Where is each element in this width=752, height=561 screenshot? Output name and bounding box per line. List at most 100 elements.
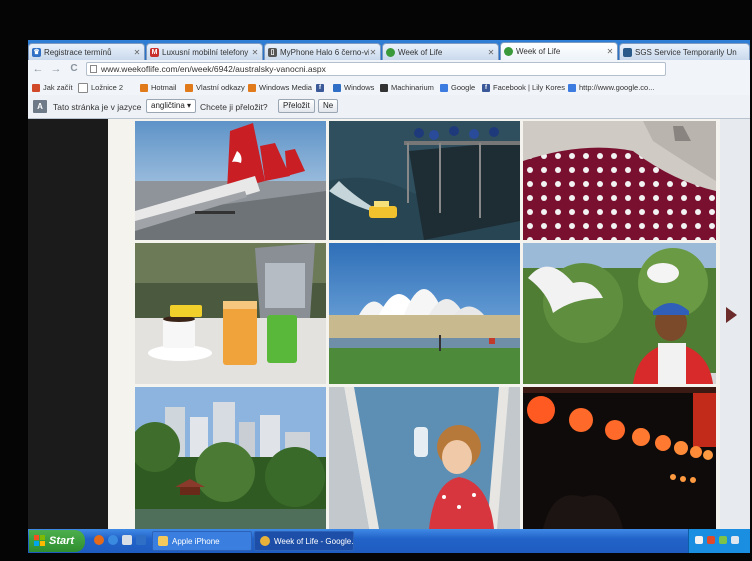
no-button[interactable]: Ne xyxy=(318,99,339,113)
forward-icon[interactable]: → xyxy=(50,63,62,75)
tab-title: SGS Service Temporarily Un xyxy=(635,47,737,57)
bookmark-label: Windows Media xyxy=(259,83,312,92)
volume-icon[interactable] xyxy=(731,536,739,544)
bookmark-icon xyxy=(32,83,40,92)
tab-title: MyPhone Halo 6 černo-vino xyxy=(280,47,369,57)
bookmark-google[interactable]: Google xyxy=(440,82,475,93)
page-icon xyxy=(78,82,88,93)
next-arrow-icon[interactable] xyxy=(726,307,737,323)
photo-child-at-window[interactable] xyxy=(329,387,520,529)
internet-explorer-icon[interactable] xyxy=(108,535,118,545)
tab-title: Luxusní mobilní telefony | Fi xyxy=(162,47,251,57)
translate-button[interactable]: Přeložit xyxy=(278,99,315,113)
photo-gallery xyxy=(135,121,716,529)
bookmark-windows[interactable]: Windows xyxy=(333,82,374,93)
firefox-icon[interactable] xyxy=(94,535,104,545)
bookmarks-bar: Jak začít Ložnice 2 Hotmail Vlastní odka… xyxy=(28,79,750,96)
close-icon[interactable]: ✕ xyxy=(251,48,259,57)
tab-myphone[interactable]: ▯ MyPhone Halo 6 černo-vino ✕ xyxy=(264,43,381,60)
close-icon[interactable]: ✕ xyxy=(369,48,377,57)
bookmark-label: http://www.google.co... xyxy=(579,83,655,92)
media-player-icon[interactable] xyxy=(136,535,146,545)
close-icon[interactable]: ✕ xyxy=(487,48,495,57)
tab-registrace[interactable]: ♛ Registrace termínů ✕ xyxy=(28,43,145,60)
start-button[interactable]: Start xyxy=(29,530,85,552)
task-label: Apple iPhone xyxy=(172,536,220,546)
chevron-down-icon: ▾ xyxy=(187,101,192,110)
address-bar[interactable] xyxy=(86,62,666,76)
photo-qantas-planes[interactable] xyxy=(135,121,326,240)
tab-strip: ♛ Registrace termínů ✕ M Luxusní mobilní… xyxy=(28,40,750,60)
bookmark-label: Machinarium xyxy=(391,83,434,92)
bookmark-label: Hotmail xyxy=(151,83,177,92)
leaf-icon xyxy=(504,47,513,56)
leaf-icon xyxy=(386,47,395,57)
crown-icon: ♛ xyxy=(32,47,41,57)
translate-question: Chcete ji přeložit? xyxy=(200,102,268,112)
language-select[interactable]: angličtina ▾ xyxy=(146,99,197,113)
photo-breakfast-table[interactable] xyxy=(135,243,326,384)
windows-taskbar: Start Apple iPhone Week of Life - Google… xyxy=(28,529,750,553)
photo-sydney-opera-house[interactable] xyxy=(329,243,520,384)
network-icon[interactable] xyxy=(695,536,703,544)
bookmark-label: Facebook | Lily Kores xyxy=(493,83,565,92)
google-icon xyxy=(440,83,448,92)
photo-red-lanterns[interactable] xyxy=(523,387,716,529)
tab-week-of-life-1[interactable]: Week of Life ✕ xyxy=(382,43,499,60)
bookmark-loznice[interactable]: Ložnice 2 xyxy=(78,82,123,93)
tab-sgs-service[interactable]: SGS Service Temporarily Un xyxy=(619,43,750,60)
tab-luxusni[interactable]: M Luxusní mobilní telefony | Fi ✕ xyxy=(146,43,263,60)
back-icon[interactable]: ← xyxy=(32,63,44,75)
task-label: Week of Life - Google... xyxy=(274,536,354,546)
page-icon xyxy=(90,65,97,73)
sgs-logo-icon xyxy=(623,47,632,57)
bookmark-label: Jak začít xyxy=(43,83,73,92)
bookmark-google-url[interactable]: http://www.google.co... xyxy=(568,82,654,93)
tab-title: Registrace termínů xyxy=(44,47,112,57)
bookmark-windows-media[interactable]: Windows Media xyxy=(248,82,312,93)
task-week-of-life-chrome[interactable]: Week of Life - Google... xyxy=(254,531,354,551)
system-tray xyxy=(688,529,750,553)
task-apple-iphone[interactable]: Apple iPhone xyxy=(152,531,252,551)
bookmark-label: Vlastní odkazy xyxy=(196,83,245,92)
windows-logo-icon xyxy=(34,535,45,546)
translate-bar: A Tato stránka je v jazyce angličtina ▾ … xyxy=(28,95,750,119)
page-content xyxy=(28,119,750,529)
phone-icon: ▯ xyxy=(268,47,277,57)
facebook-icon: f xyxy=(316,83,324,92)
show-desktop-icon[interactable] xyxy=(122,535,132,545)
machinarium-icon xyxy=(380,83,388,92)
bookmark-facebook-icon[interactable]: f xyxy=(316,82,327,93)
bookmark-jak-zacit[interactable]: Jak začít xyxy=(32,82,73,93)
security-icon[interactable] xyxy=(707,536,715,544)
tab-week-of-life-2[interactable]: Week of Life ✕ xyxy=(500,42,618,60)
bookmark-label: Ložnice 2 xyxy=(91,83,124,92)
bookmark-label: Windows xyxy=(344,83,375,92)
translate-prompt: Tato stránka je v jazyce xyxy=(53,102,142,112)
bookmark-machinarium[interactable]: Machinarium xyxy=(380,82,434,93)
dark-side-area xyxy=(28,119,108,529)
google-icon xyxy=(568,83,576,92)
photo-polka-dot-dress[interactable] xyxy=(523,121,716,240)
msn-icon xyxy=(140,83,148,92)
bookmark-facebook-lily[interactable]: f Facebook | Lily Kores xyxy=(482,82,565,93)
windows-icon xyxy=(333,83,341,92)
bookmark-hotmail[interactable]: Hotmail xyxy=(140,82,176,93)
chrome-icon xyxy=(260,536,270,546)
close-icon[interactable]: ✕ xyxy=(133,48,141,57)
msn-icon xyxy=(248,83,256,92)
tab-title: Week of Life xyxy=(516,47,561,56)
bookmark-vlastni-odkazy[interactable]: Vlastní odkazy xyxy=(185,82,245,93)
close-icon[interactable]: ✕ xyxy=(606,47,614,56)
photo-seagull-man[interactable] xyxy=(523,243,716,384)
start-label: Start xyxy=(49,535,75,547)
page-background xyxy=(108,119,720,529)
folder-icon xyxy=(158,536,168,546)
photo-city-garden[interactable] xyxy=(135,387,326,529)
update-icon[interactable] xyxy=(719,536,727,544)
language-value: angličtina xyxy=(151,101,185,110)
photo-water-taxi[interactable] xyxy=(329,121,520,240)
facebook-icon: f xyxy=(482,83,490,92)
reload-icon[interactable]: C xyxy=(68,63,80,75)
bookmark-label: Google xyxy=(451,83,476,92)
